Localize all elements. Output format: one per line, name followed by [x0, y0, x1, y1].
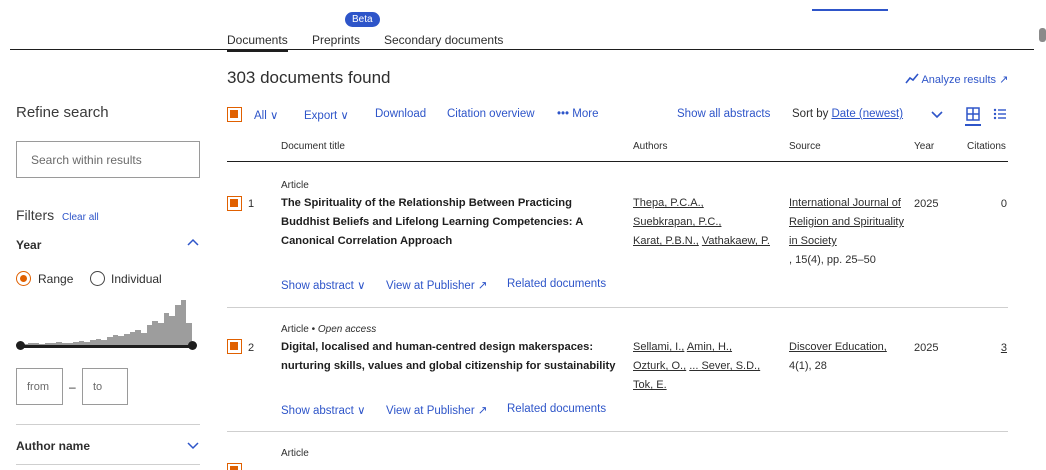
document-type: Article — [281, 448, 309, 459]
analyze-results-link[interactable]: Analyze results ↗ — [905, 73, 1008, 86]
year-from-input[interactable]: from — [16, 368, 63, 405]
tabs-divider — [10, 49, 1034, 50]
authors-list: Thepa, P.C.A., Suebkrapan, P.C., Karat, … — [633, 194, 778, 251]
clear-all-link[interactable]: Clear all — [62, 212, 99, 223]
range-label: Range — [38, 272, 74, 286]
individual-label: Individual — [111, 272, 162, 286]
column-header-source[interactable]: Source — [789, 141, 821, 152]
search-within-results-input[interactable]: Search within results — [16, 141, 200, 178]
author-link[interactable]: ... Sever, S.D., — [689, 360, 760, 372]
source-link[interactable]: Discover Education, — [789, 341, 887, 353]
download-button[interactable]: Download — [375, 108, 426, 120]
range-radio[interactable] — [16, 271, 31, 286]
sort-by-control[interactable]: Sort by Date (newest) — [792, 108, 903, 120]
view-at-publisher-link[interactable]: View at Publisher ↗ — [386, 278, 487, 292]
select-all-dropdown[interactable]: All ∨ — [254, 108, 278, 122]
table-header-divider — [227, 161, 1008, 162]
author-link[interactable]: Tok, E. — [633, 379, 667, 391]
column-header-citations[interactable]: Citations — [967, 141, 1006, 152]
range-dash: – — [69, 380, 76, 394]
beta-badge: Beta — [345, 12, 380, 27]
sort-by-select[interactable]: Date (newest) — [831, 108, 903, 120]
tab-secondary-documents[interactable]: Secondary documents — [384, 33, 503, 47]
view-at-publisher-link[interactable]: View at Publisher ↗ — [386, 403, 487, 417]
document-title-link[interactable]: Digital, localised and human-centred des… — [281, 338, 621, 376]
show-abstract-button[interactable]: Show abstract ∨ — [281, 403, 365, 417]
select-all-checkbox[interactable] — [227, 107, 242, 122]
year-histogram — [22, 300, 193, 346]
active-view-indicator — [965, 124, 981, 126]
row-number: 2 — [248, 342, 255, 354]
source-detail: 4(1), 28 — [789, 360, 827, 372]
row-divider — [227, 431, 1008, 432]
author-link[interactable]: Karat, P.B.N., — [633, 235, 699, 247]
open-access-label: Open access — [317, 324, 377, 335]
more-button[interactable]: ••• More — [557, 108, 598, 120]
analyze-results-label: Analyze results ↗ — [921, 74, 1009, 86]
export-dropdown[interactable]: Export ∨ — [304, 108, 349, 122]
sidebar-divider — [16, 424, 200, 425]
row-checkbox[interactable] — [227, 339, 242, 354]
publication-year: 2025 — [914, 198, 939, 210]
tab-preprints[interactable]: Preprints — [312, 33, 360, 47]
filters-label: Filters — [16, 207, 55, 223]
citation-count: 0 — [1000, 198, 1007, 210]
related-documents-link[interactable]: Related documents — [507, 403, 606, 415]
citation-count-link[interactable]: 3 — [977, 342, 1007, 354]
filters-title: Filters Clear all — [16, 207, 99, 223]
chevron-down-icon[interactable] — [187, 442, 199, 450]
source-cell: Discover Education, 4(1), 28 — [789, 338, 907, 376]
related-documents-link[interactable]: Related documents — [507, 278, 606, 290]
author-link[interactable]: Vathakaew, P. — [702, 235, 770, 247]
grid-view-icon[interactable] — [965, 106, 981, 122]
citation-overview-button[interactable]: Citation overview — [447, 108, 535, 120]
top-accent-bar — [812, 9, 888, 11]
year-to-input[interactable]: to — [82, 368, 128, 405]
documents-found-count: 303 documents found — [227, 68, 391, 87]
column-header-authors[interactable]: Authors — [633, 141, 667, 152]
author-link[interactable]: Thepa, P.C.A., — [633, 197, 704, 209]
scrollbar-thumb[interactable] — [1039, 28, 1046, 42]
author-link[interactable]: Amin, H., — [687, 341, 732, 353]
row-number: 1 — [248, 198, 255, 210]
sidebar-divider — [16, 464, 200, 465]
row-checkbox[interactable] — [227, 196, 242, 211]
show-all-abstracts-button[interactable]: Show all abstracts — [677, 108, 770, 120]
refine-search-title: Refine search — [16, 104, 109, 121]
sort-by-label: Sort by — [792, 108, 829, 120]
slider-handle-start[interactable] — [16, 341, 25, 350]
year-filter-title: Year — [16, 238, 42, 252]
source-cell: International Journal of Religion and Sp… — [789, 194, 909, 270]
row-checkbox[interactable] — [227, 463, 242, 470]
author-name-filter-title: Author name — [16, 439, 91, 453]
document-type: Article — [281, 180, 309, 191]
sort-chevron-down-icon[interactable] — [931, 111, 943, 119]
author-link[interactable]: Ozturk, O., — [633, 360, 686, 372]
chevron-up-icon[interactable] — [187, 238, 199, 246]
document-title-link[interactable]: The Spirituality of the Relationship Bet… — [281, 194, 621, 251]
show-abstract-button[interactable]: Show abstract ∨ — [281, 278, 365, 292]
author-link[interactable]: Sellami, I., — [633, 341, 684, 353]
individual-radio[interactable] — [90, 271, 105, 286]
column-header-year[interactable]: Year — [914, 141, 934, 152]
row-divider — [227, 307, 1008, 308]
source-detail: , 15(4), pp. 25–50 — [789, 254, 876, 266]
publication-year: 2025 — [914, 342, 939, 354]
source-link[interactable]: International Journal of Religion and Sp… — [789, 197, 904, 247]
document-type: Article • Open access — [281, 324, 377, 335]
author-link[interactable]: Suebkrapan, P.C., — [633, 216, 721, 228]
trend-icon — [905, 73, 919, 84]
list-view-icon[interactable] — [992, 106, 1008, 122]
year-range-slider[interactable] — [20, 345, 192, 348]
document-type-label: Article — [281, 324, 309, 335]
authors-list: Sellami, I., Amin, H., Ozturk, O., ... S… — [633, 338, 778, 395]
slider-handle-end[interactable] — [188, 341, 197, 350]
column-header-title[interactable]: Document title — [281, 141, 345, 152]
